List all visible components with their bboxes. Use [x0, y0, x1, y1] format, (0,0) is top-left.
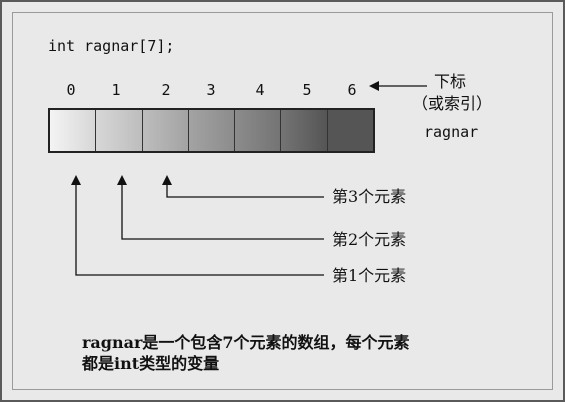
element-3-label: 第3个元素: [332, 187, 407, 206]
description-note: ragnar是一个包含7个元素的数组，每个元素 都是int类型的变量: [82, 332, 410, 374]
element-2-pointer: [117, 175, 324, 240]
description-line-2: 都是int类型的变量: [82, 354, 220, 373]
element-2-label: 第2个元素: [332, 230, 407, 249]
element-3-pointer: [162, 175, 324, 198]
description-line-1: ragnar是一个包含7个元素的数组，每个元素: [82, 333, 410, 352]
diagram-frame: int ragnar[7]; 0 1 2 3 4 5 6 下标 （或索引） ra…: [0, 0, 565, 402]
element-1-pointer: [71, 175, 324, 276]
element-1-label: 第1个元素: [332, 266, 407, 285]
